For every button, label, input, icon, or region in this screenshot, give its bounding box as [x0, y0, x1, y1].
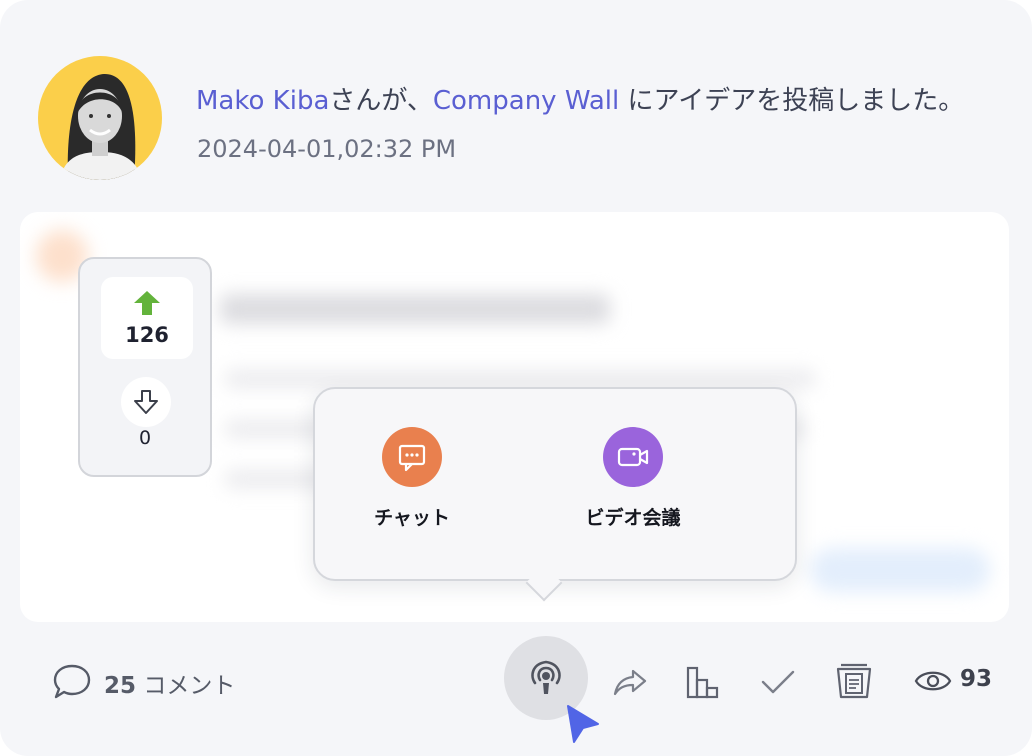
share-arrow-icon[interactable]	[612, 667, 648, 697]
checkmark-icon[interactable]	[760, 668, 796, 696]
speech-bubble-icon	[53, 664, 91, 699]
upvote-button[interactable]: 126	[101, 277, 193, 359]
vote-box: 126 0	[78, 257, 212, 477]
mouse-cursor-icon	[567, 705, 599, 743]
chat-option-label: チャット	[374, 507, 450, 529]
wall-link[interactable]: Company Wall	[433, 86, 619, 116]
activity-headline: Mako Kibaさんが、Company Wall にアイデアを投稿しました。	[196, 84, 964, 118]
downvote-button[interactable]	[121, 377, 171, 427]
video-meeting-option-label: ビデオ会議	[585, 507, 681, 529]
chat-icon	[382, 427, 442, 487]
live-options-popover: チャット ビデオ会議	[313, 387, 797, 602]
post-activity-card: Mako Kibaさんが、Company Wall にアイデアを投稿しました。 …	[0, 0, 1032, 756]
headline-suffix: にアイデアを投稿しました。	[619, 86, 965, 116]
blurred-button	[810, 548, 990, 592]
avatar[interactable]	[38, 56, 162, 180]
eye-icon	[914, 671, 952, 691]
document-icon[interactable]	[835, 662, 873, 700]
bar-chart-icon[interactable]	[685, 664, 723, 700]
video-camera-icon	[603, 427, 663, 487]
author-link[interactable]: Mako Kiba	[196, 86, 329, 116]
comment-count: 25	[104, 673, 137, 699]
upvote-count: 126	[125, 323, 169, 347]
arrow-down-icon	[134, 390, 158, 414]
downvote-count: 0	[138, 427, 152, 449]
chat-option[interactable]: チャット	[327, 427, 497, 530]
blurred-text-line	[225, 370, 815, 388]
comment-word: コメント	[136, 673, 236, 699]
headline-connector: さんが、	[329, 86, 433, 116]
arrow-up-icon	[134, 291, 160, 315]
blurred-title	[220, 294, 610, 324]
avatar-photo	[60, 73, 142, 180]
broadcast-icon	[531, 660, 561, 694]
view-count-number: 93	[960, 666, 993, 692]
comments-label: 25 コメント	[104, 666, 235, 700]
post-timestamp: 2024-04-01,02:32 PM	[197, 135, 457, 163]
video-meeting-option[interactable]: ビデオ会議	[548, 427, 718, 530]
